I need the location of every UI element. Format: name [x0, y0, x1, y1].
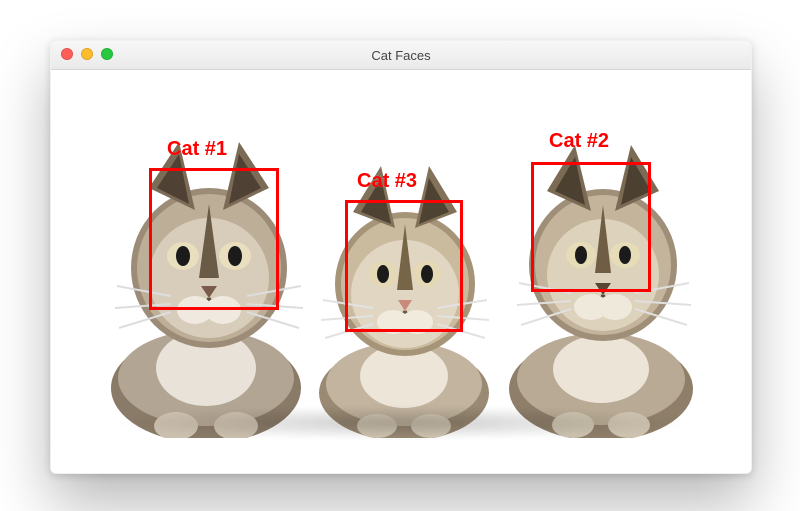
titlebar[interactable]: Cat Faces: [51, 41, 751, 70]
content-pane: Cat #1 Cat #2 Cat #3: [51, 70, 751, 474]
zoom-icon[interactable]: [101, 48, 113, 60]
traffic-lights: [61, 48, 113, 60]
detection-box: [345, 200, 463, 332]
detection-box: [149, 168, 279, 310]
window-title: Cat Faces: [371, 48, 430, 63]
detection-box: [531, 162, 651, 292]
detection-label: Cat #2: [549, 130, 609, 153]
minimize-icon[interactable]: [81, 48, 93, 60]
floor-shadow: [111, 406, 691, 440]
close-icon[interactable]: [61, 48, 73, 60]
detection-label: Cat #1: [167, 138, 227, 161]
window: Cat Faces: [50, 40, 752, 474]
detection-label: Cat #3: [357, 170, 417, 193]
app-stage: Cat Faces: [0, 0, 800, 511]
